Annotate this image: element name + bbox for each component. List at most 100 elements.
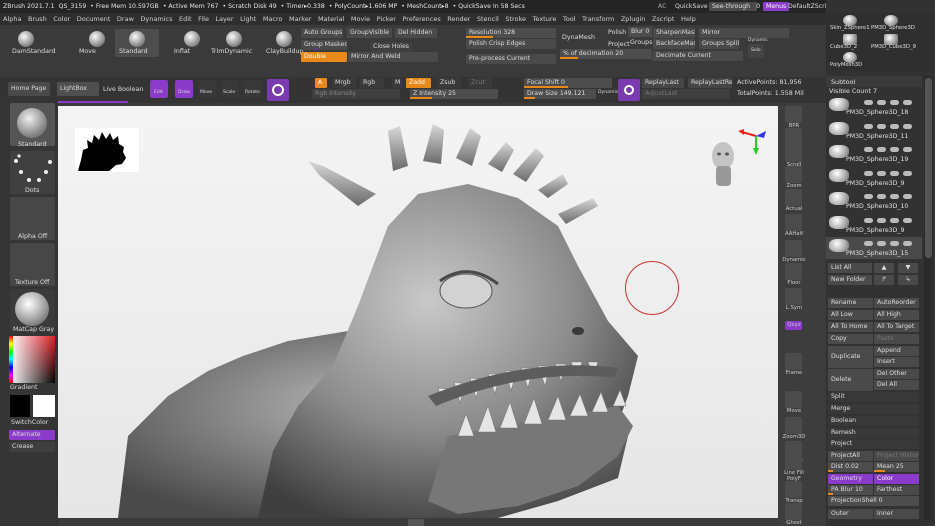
copy-button[interactable]: Copy: [828, 334, 873, 344]
group-masked-button[interactable]: Group Masked: [301, 40, 347, 50]
group-visible-button[interactable]: GroupVisible: [347, 28, 392, 38]
menu-picker[interactable]: Picker: [377, 15, 396, 23]
merge-menu[interactable]: Merge: [828, 404, 919, 414]
menu-macro[interactable]: Macro: [263, 15, 283, 23]
zsub-button[interactable]: Zsub: [437, 78, 461, 88]
inner-button[interactable]: Inner: [874, 509, 919, 519]
right-shelf-bpr[interactable]: [785, 106, 802, 123]
main-color-swatch[interactable]: [10, 395, 30, 417]
right-shelf-spix-3[interactable]: [785, 128, 802, 145]
subtool-brush-icon[interactable]: [877, 217, 886, 223]
list-all-button[interactable]: List All: [828, 263, 872, 273]
brush-damstandard-button[interactable]: DamStandard: [12, 29, 56, 57]
right-shelf-floor[interactable]: [785, 263, 802, 280]
decimation-slider[interactable]: % of decimation 20: [560, 49, 652, 59]
all-to-home-button[interactable]: All To Home: [828, 322, 873, 332]
brush-trimdynamic-button[interactable]: TrimDynamic: [211, 29, 256, 57]
menu-preferences[interactable]: Preferences: [402, 15, 440, 23]
paste-button[interactable]: Paste: [874, 334, 919, 344]
adjust-last-slider[interactable]: AdjustLast: [642, 89, 730, 99]
pre-process-current-button[interactable]: Pre-process Current: [466, 54, 556, 64]
focal-shift-slider[interactable]: Focal Shift 0: [524, 78, 612, 88]
subtool-brush-icon[interactable]: [877, 123, 886, 129]
auto-reorder-button[interactable]: AutoReorder: [874, 298, 919, 308]
delete-button[interactable]: Delete: [828, 369, 873, 391]
tool-thumb-2[interactable]: Cube3D_2: [829, 33, 873, 51]
right-shelf-line-fill-polyf[interactable]: [785, 453, 802, 470]
menu-stencil[interactable]: Stencil: [477, 15, 499, 23]
subtool-paint-icon[interactable]: [890, 100, 899, 105]
rotate-mode-button[interactable]: Rotate: [244, 80, 262, 98]
crease-button[interactable]: Crease: [9, 442, 55, 452]
subtool-row[interactable]: PM3D_Sphere3D_18: [826, 96, 922, 118]
right-shelf-scroll[interactable]: [785, 145, 802, 162]
zcut-button[interactable]: Zcut: [468, 78, 492, 88]
pa-blur-slider[interactable]: PA Blur 10: [828, 485, 873, 495]
farthest-button[interactable]: Farthest: [874, 485, 919, 495]
subtool-eye-icon[interactable]: [864, 100, 873, 105]
m-button[interactable]: M: [392, 78, 402, 88]
color-picker[interactable]: [9, 336, 55, 383]
subtool-toggle-icon[interactable]: [903, 241, 912, 246]
menu-layer[interactable]: Layer: [215, 15, 233, 23]
gradient-label[interactable]: Gradient: [10, 384, 37, 391]
subtool-eye-icon[interactable]: [864, 170, 873, 176]
menu-tool[interactable]: Tool: [563, 15, 576, 23]
right-shelf-frame[interactable]: [785, 353, 802, 370]
dist-slider[interactable]: Dist 0.02: [828, 462, 873, 472]
blur-slider[interactable]: Blur 0: [628, 27, 652, 37]
del-all-button[interactable]: Del All: [874, 380, 919, 390]
right-shelf-zoom3d[interactable]: [785, 417, 802, 434]
move-down-button[interactable]: ▼: [898, 263, 918, 273]
subtool-brush-icon[interactable]: [877, 194, 886, 199]
zadd-button[interactable]: Zadd: [406, 78, 431, 88]
subtool-paint-icon[interactable]: [890, 147, 899, 152]
live-boolean-button[interactable]: Live Boolean: [103, 86, 143, 93]
solo-button[interactable]: Solo: [748, 44, 764, 58]
sharpen-mask-button[interactable]: SharpenMask: [653, 28, 695, 38]
rgb-button[interactable]: Rgb: [360, 78, 384, 88]
subtool-row[interactable]: PM3D_Sphere3D_19: [826, 143, 922, 165]
subtool-toggle-icon[interactable]: [903, 100, 912, 105]
menu-stroke[interactable]: Stroke: [505, 15, 526, 23]
subtool-eye-icon[interactable]: [864, 147, 873, 152]
color-toggle[interactable]: Color: [874, 474, 919, 484]
a-button[interactable]: A: [315, 78, 327, 88]
z-intensity-slider[interactable]: Z Intensity 25: [410, 89, 498, 99]
subtool-toggle-icon[interactable]: [903, 170, 912, 176]
viewport-canvas[interactable]: [58, 106, 778, 518]
mirror-button[interactable]: Mirror: [699, 28, 789, 38]
secondary-color-swatch[interactable]: [33, 395, 55, 417]
right-shelf-actual[interactable]: [785, 189, 802, 206]
menu-zscript[interactable]: Zscript: [652, 15, 675, 23]
auto-groups-button[interactable]: Auto Groups: [301, 28, 343, 38]
right-shelf-move[interactable]: [785, 391, 802, 408]
subtool-paint-icon[interactable]: [890, 194, 899, 199]
right-shelf-ghost[interactable]: [785, 503, 802, 520]
move-up-button[interactable]: ▲: [874, 263, 894, 273]
subtool-eye-icon[interactable]: [864, 123, 873, 129]
menu-dynamics[interactable]: Dynamics: [140, 15, 172, 23]
menu-alpha[interactable]: Alpha: [3, 15, 21, 23]
menu-material[interactable]: Material: [318, 15, 344, 23]
scrollbar-thumb[interactable]: [925, 78, 932, 258]
move-mode-button[interactable]: Move: [198, 80, 216, 98]
right-shelf-transp[interactable]: [785, 481, 802, 498]
projection-shell-slider[interactable]: ProjectionShell 0: [828, 496, 919, 506]
all-to-target-button[interactable]: All To Target: [874, 322, 919, 332]
switch-color-button[interactable]: SwitchColor: [11, 419, 48, 426]
double-button[interactable]: Double: [301, 52, 347, 62]
polish-button[interactable]: Polish: [608, 29, 626, 36]
subtool-row[interactable]: PM3D_Sphere3D_9: [826, 214, 922, 236]
subtool-row[interactable]: PM3D_Sphere3D_10: [826, 190, 922, 212]
geometry-toggle[interactable]: Geometry: [828, 474, 873, 484]
subtool-brush-icon[interactable]: [877, 170, 886, 176]
mirror-and-weld-button[interactable]: Mirror And Weld: [348, 52, 438, 62]
subtool-row[interactable]: PM3D_Sphere3D_15: [826, 237, 922, 259]
see-through-slider[interactable]: See-through 0: [709, 2, 760, 11]
lightbox-button[interactable]: LightBox: [57, 82, 99, 96]
project-history-button[interactable]: Project History: [874, 451, 919, 461]
subtool-eye-icon[interactable]: [864, 217, 873, 223]
menu-document[interactable]: Document: [77, 15, 111, 23]
brush-move-button[interactable]: Move: [75, 29, 119, 57]
